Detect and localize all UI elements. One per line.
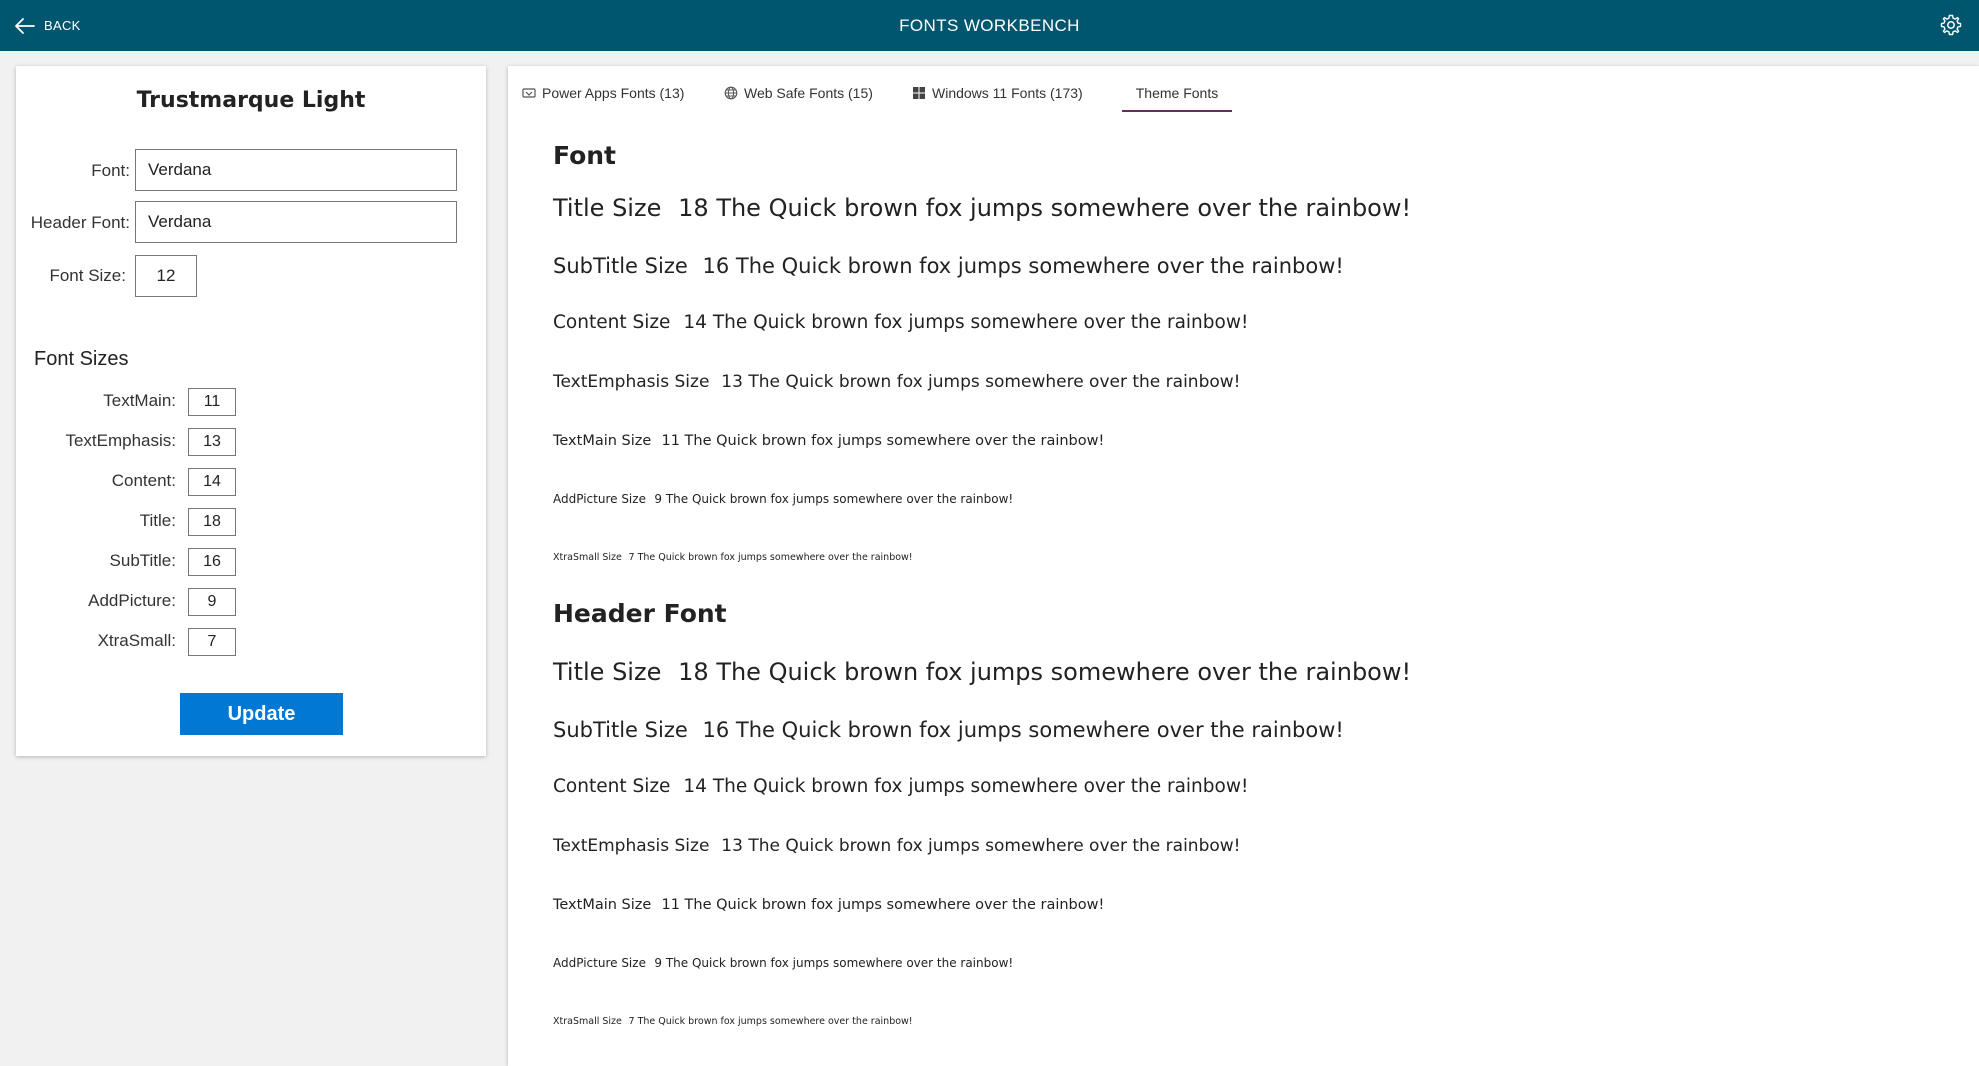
sample-xtrasmall: XtraSmall Size 7 The Quick brown fox jump…	[553, 1016, 913, 1027]
sample-label: TextEmphasis Size	[553, 836, 710, 856]
font-size-input[interactable]	[135, 255, 197, 297]
sample-size: 9	[654, 492, 662, 506]
sample-text: The Quick brown fox jumps somewhere over…	[665, 956, 1014, 970]
header-font-label: Header Font:	[30, 213, 130, 232]
size-label-xtrasmall: XtraSmall:	[97, 631, 176, 650]
size-label-title: Title:	[139, 511, 176, 530]
sample-size: 16	[702, 254, 730, 278]
size-label-content: Content:	[111, 471, 176, 490]
sample-text: The Quick brown fox jumps somewhere over…	[712, 312, 1249, 333]
sample-size: 7	[628, 552, 635, 563]
sample-text: The Quick brown fox jumps somewhere over…	[637, 552, 913, 563]
font-preview-panel: Power Apps Fonts (13) Web Safe Fonts (15…	[508, 66, 1979, 1066]
update-button[interactable]: Update	[180, 693, 343, 735]
sample-size: 11	[661, 433, 680, 449]
sample-text: The Quick brown fox jumps somewhere over…	[637, 1016, 913, 1027]
sample-size: 14	[683, 776, 707, 797]
sample-text: The Quick brown fox jumps somewhere over…	[665, 492, 1014, 506]
sample-title: Title Size 18 The Quick brown fox jumps s…	[553, 658, 1411, 686]
app-header: BACK FONTS WORKBENCH	[0, 0, 1979, 51]
size-input-content[interactable]	[188, 468, 236, 496]
font-sizes-title: Font Sizes	[34, 348, 129, 370]
sample-subtitle: SubTitle Size 16 The Quick brown fox jump…	[553, 254, 1344, 278]
sample-label: XtraSmall Size	[553, 552, 622, 563]
sample-size: 18	[678, 194, 709, 222]
size-input-subtitle[interactable]	[188, 548, 236, 576]
tab-bar: Power Apps Fonts (13) Web Safe Fonts (15…	[508, 66, 1979, 114]
size-label-subtitle: SubTitle:	[109, 551, 176, 570]
font-label: Font:	[91, 161, 130, 180]
group-title-font: Font	[553, 141, 616, 170]
sample-size: 13	[721, 836, 743, 856]
sample-text: The Quick brown fox jumps somewhere over…	[684, 433, 1105, 449]
sample-xtrasmall: XtraSmall Size 7 The Quick brown fox jump…	[553, 552, 913, 563]
size-label-addpicture: AddPicture:	[88, 591, 176, 610]
size-input-textemphasis[interactable]	[188, 428, 236, 456]
sample-size: 7	[628, 1016, 635, 1027]
sample-text: The Quick brown fox jumps somewhere over…	[712, 776, 1249, 797]
header-font-input[interactable]	[135, 201, 457, 243]
windows-icon	[913, 87, 925, 99]
sample-label: XtraSmall Size	[553, 1016, 622, 1027]
app-title: FONTS WORKBENCH	[899, 16, 1080, 35]
sample-label: AddPicture Size	[553, 492, 646, 506]
sample-size: 16	[702, 718, 730, 742]
sample-textemphasis: TextEmphasis Size 13 The Quick brown fox …	[553, 836, 1241, 856]
sample-addpicture: AddPicture Size 9 The Quick brown fox jum…	[553, 956, 1013, 970]
theme-name: Trustmarque Light	[136, 88, 366, 113]
size-input-textmain[interactable]	[188, 388, 236, 416]
sample-text: The Quick brown fox jumps somewhere over…	[748, 836, 1241, 856]
tab-web-safe-fonts[interactable]: Web Safe Fonts (15)	[724, 76, 873, 110]
sample-textmain: TextMain Size 11 The Quick brown fox jump…	[553, 897, 1104, 913]
sample-text: The Quick brown fox jumps somewhere over…	[748, 372, 1241, 392]
sample-label: Content Size	[553, 312, 671, 333]
theme-settings-panel: Trustmarque Light Font: Header Font: Fon…	[16, 66, 486, 756]
size-label-textmain: TextMain:	[103, 391, 176, 410]
sample-size: 18	[678, 658, 709, 686]
sample-text: The Quick brown fox jumps somewhere over…	[716, 658, 1412, 686]
sample-text: The Quick brown fox jumps somewhere over…	[735, 718, 1344, 742]
size-input-xtrasmall[interactable]	[188, 628, 236, 656]
sample-label: TextMain Size	[553, 897, 652, 913]
sample-size: 11	[661, 897, 680, 913]
tab-label: Theme Fonts	[1135, 85, 1219, 101]
sample-label: SubTitle Size	[553, 254, 688, 278]
tab-label: Windows 11 Fonts (173)	[932, 85, 1083, 101]
tab-windows-11-fonts[interactable]: Windows 11 Fonts (173)	[912, 76, 1083, 110]
size-label-textemphasis: TextEmphasis:	[65, 431, 176, 450]
powerapps-icon	[522, 88, 536, 98]
sample-label: Title Size	[553, 658, 662, 686]
sample-title: Title Size 18 The Quick brown fox jumps s…	[553, 194, 1411, 222]
sample-content: Content Size 14 The Quick brown fox jumps…	[553, 312, 1248, 333]
sample-text: The Quick brown fox jumps somewhere over…	[684, 897, 1105, 913]
sample-label: Content Size	[553, 776, 671, 797]
sample-text: The Quick brown fox jumps somewhere over…	[735, 254, 1344, 278]
sample-size: 14	[683, 312, 707, 333]
sample-subtitle: SubTitle Size 16 The Quick brown fox jump…	[553, 718, 1344, 742]
font-size-label: Font Size:	[49, 266, 126, 285]
sample-label: TextMain Size	[553, 433, 652, 449]
gear-icon[interactable]	[1939, 13, 1963, 37]
globe-icon	[724, 86, 738, 100]
sample-textemphasis: TextEmphasis Size 13 The Quick brown fox …	[553, 372, 1241, 392]
sample-label: TextEmphasis Size	[553, 372, 710, 392]
sample-text: The Quick brown fox jumps somewhere over…	[716, 194, 1412, 222]
tab-power-apps-fonts[interactable]: Power Apps Fonts (13)	[522, 76, 684, 110]
sample-textmain: TextMain Size 11 The Quick brown fox jump…	[553, 433, 1104, 449]
sample-label: AddPicture Size	[553, 956, 646, 970]
tab-label: Web Safe Fonts (15)	[744, 85, 873, 101]
tab-label: Power Apps Fonts (13)	[542, 85, 685, 101]
sample-addpicture: AddPicture Size 9 The Quick brown fox jum…	[553, 492, 1013, 506]
font-input[interactable]	[135, 149, 457, 191]
group-title-header-font: Header Font	[553, 599, 727, 628]
sample-size: 9	[654, 956, 662, 970]
sample-label: Title Size	[553, 194, 662, 222]
size-input-title[interactable]	[188, 508, 236, 536]
sample-label: SubTitle Size	[553, 718, 688, 742]
tab-theme-fonts[interactable]: Theme Fonts	[1122, 76, 1232, 112]
sample-content: Content Size 14 The Quick brown fox jumps…	[553, 776, 1248, 797]
sample-size: 13	[721, 372, 743, 392]
size-input-addpicture[interactable]	[188, 588, 236, 616]
